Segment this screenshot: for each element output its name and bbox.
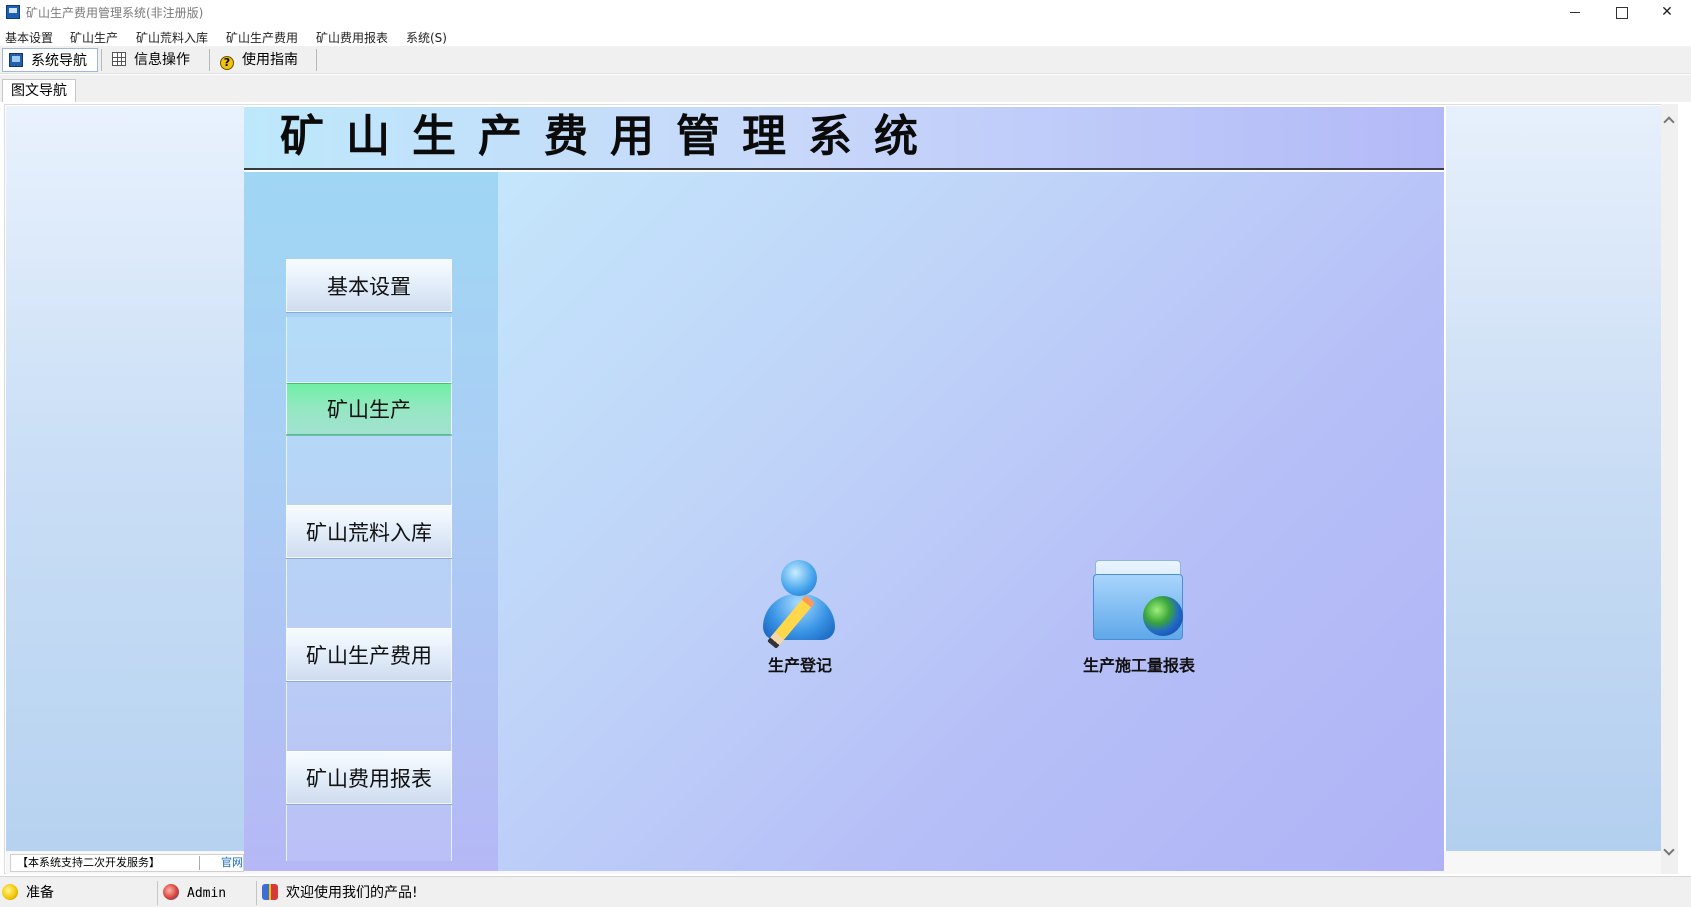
board-main-area: 生产登记 生产施工量报表 [498, 172, 1444, 871]
tile-production-register-label: 生产登记 [767, 656, 832, 675]
info-operation-button[interactable]: 信息操作 [106, 48, 202, 72]
folder-globe-icon [1093, 560, 1185, 646]
menu-system[interactable]: 系统(S) [406, 29, 447, 46]
tile-production-register[interactable]: 生产登记 [720, 560, 880, 676]
toolbar-separator [209, 49, 210, 71]
nav-button-raw-stone-storage[interactable]: 矿山荒料入库 [286, 506, 452, 558]
gift-icon [262, 884, 278, 900]
lightbulb-icon [2, 884, 18, 900]
info-operation-label: 信息操作 [134, 52, 190, 68]
status-ready-text: 准备 [26, 885, 54, 901]
close-button[interactable]: ✕ [1644, 0, 1690, 24]
toolbar: 系统导航 信息操作 ? 使用指南 [0, 46, 1691, 74]
right-background-panel [1446, 106, 1666, 851]
status-bar: 准备 Admin 欢迎使用我们的产品! [0, 876, 1691, 907]
left-footer-bar: 【本系统支持二次开发服务】 官网 [10, 854, 244, 872]
toolbar-separator [101, 49, 102, 71]
status-user: Admin [163, 883, 226, 903]
menu-basic-settings[interactable]: 基本设置 [5, 29, 53, 46]
user-icon [163, 884, 179, 900]
nav-button-mine-production[interactable]: 矿山生产 [286, 383, 452, 435]
window-title: 矿山生产费用管理系统(非注册版) [26, 6, 204, 20]
help-icon: ? [220, 56, 234, 70]
tile-construction-volume-report[interactable]: 生产施工量报表 [1059, 560, 1219, 676]
user-guide-label: 使用指南 [242, 52, 298, 68]
scroll-up-icon[interactable] [1663, 116, 1675, 128]
status-separator [157, 881, 158, 905]
toolbar-separator [316, 49, 317, 71]
status-ready: 准备 [2, 883, 54, 903]
system-nav-button[interactable]: 系统导航 [2, 48, 98, 72]
tile-construction-volume-report-label: 生产施工量报表 [1082, 656, 1195, 675]
tab-strip: 图文导航 [0, 75, 1691, 102]
navigation-board: 矿山生产费用管理系统 基本设置 矿山生产 矿山荒料入库 矿山生产费用 矿山费用报… [244, 107, 1444, 871]
footer-separator [199, 856, 200, 870]
official-site-link[interactable]: 官网 [221, 855, 243, 871]
board-title: 矿山生产费用管理系统 [280, 111, 940, 162]
status-message-text: 欢迎使用我们的产品! [286, 885, 418, 901]
menu-production-cost[interactable]: 矿山生产费用 [226, 29, 298, 46]
minimize-button[interactable] [1552, 0, 1598, 24]
nav-button-production-cost[interactable]: 矿山生产费用 [286, 629, 452, 681]
user-guide-button[interactable]: ? 使用指南 [214, 48, 310, 72]
status-message: 欢迎使用我们的产品! [262, 883, 418, 903]
status-separator [256, 881, 257, 905]
app-icon [6, 5, 20, 19]
monitor-icon [9, 53, 23, 67]
menu-bar: 基本设置 矿山生产 矿山荒料入库 矿山生产费用 矿山费用报表 系统(S) [0, 26, 1691, 46]
user-edit-icon [755, 560, 845, 649]
maximize-button[interactable] [1598, 0, 1644, 24]
tab-graphic-nav[interactable]: 图文导航 [2, 79, 76, 102]
nav-button-cost-report[interactable]: 矿山费用报表 [286, 752, 452, 804]
scroll-down-icon[interactable] [1663, 844, 1675, 856]
menu-raw-stone-storage[interactable]: 矿山荒料入库 [136, 29, 208, 46]
board-header: 矿山生产费用管理系统 [244, 107, 1444, 170]
title-bar: 矿山生产费用管理系统(非注册版) ✕ [0, 0, 1691, 24]
nav-button-basic-settings[interactable]: 基本设置 [286, 260, 452, 312]
dev-service-text: 【本系统支持二次开发服务】 [17, 856, 160, 869]
menu-mine-production[interactable]: 矿山生产 [70, 29, 118, 46]
left-background-panel [6, 106, 244, 851]
grid-icon [112, 52, 126, 66]
board-nav-panel: 基本设置 矿山生产 矿山荒料入库 矿山生产费用 矿山费用报表 [244, 172, 498, 871]
system-nav-label: 系统导航 [31, 53, 87, 69]
vertical-scrollbar[interactable] [1661, 104, 1678, 874]
status-user-text: Admin [187, 886, 227, 901]
menu-cost-report[interactable]: 矿山费用报表 [316, 29, 388, 46]
